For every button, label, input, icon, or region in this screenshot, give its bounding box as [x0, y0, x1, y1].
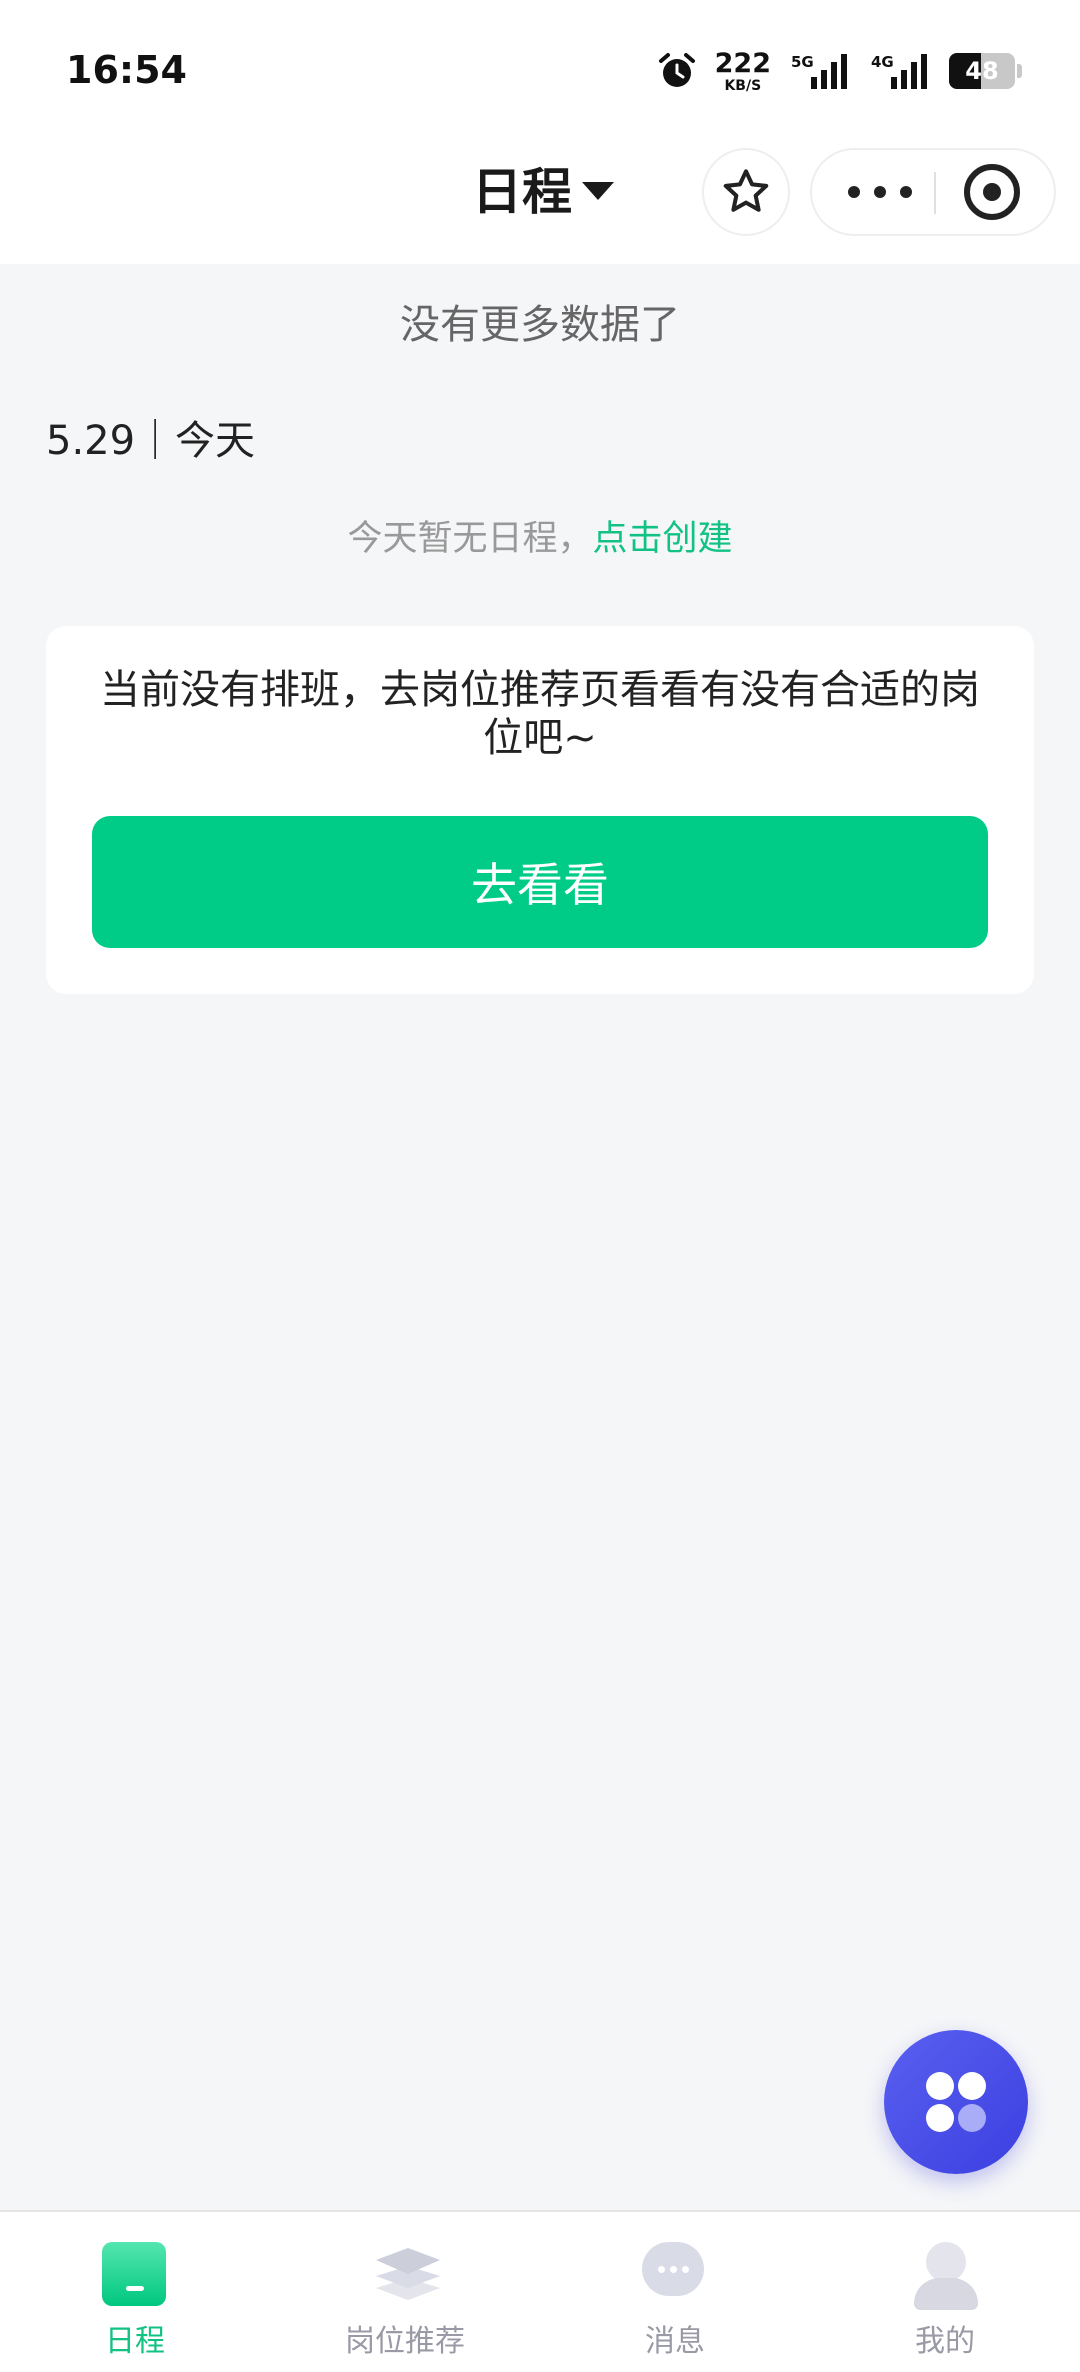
bottom-tab-bar: 日程 岗位推荐 消息 我的	[0, 2210, 1080, 2372]
tab-messages[interactable]: 消息	[540, 2212, 810, 2372]
empty-schedule-message: 今天暂无日程，点击创建	[0, 510, 1080, 561]
tab-label: 日程	[105, 2324, 165, 2359]
status-time: 16:54	[66, 48, 187, 92]
user-icon	[912, 2242, 978, 2310]
close-mini-program-button[interactable]	[964, 164, 1020, 220]
layers-icon	[372, 2242, 440, 2308]
more-dot-icon	[874, 186, 886, 198]
page-title: 日程	[472, 163, 572, 221]
more-button[interactable]	[848, 150, 912, 234]
tab-label: 岗位推荐	[345, 2324, 465, 2359]
network-speed-value: 222	[714, 47, 771, 79]
no-shift-message: 当前没有排班，去岗位推荐页看看有没有合适的岗位吧~	[100, 667, 980, 761]
tab-label: 消息	[645, 2324, 705, 2359]
capsule-divider	[934, 172, 936, 214]
mini-program-capsule	[810, 148, 1056, 236]
signal-4g-icon: 4G	[871, 53, 927, 89]
nav-bar: 日程	[0, 140, 1080, 264]
status-bar: 16:54 222 KB/S 5G 4G 48	[0, 0, 1080, 140]
go-see-button[interactable]: 去看看	[92, 816, 988, 948]
floating-apps-button[interactable]	[884, 2030, 1028, 2174]
fab-dot-icon	[926, 2072, 954, 2100]
battery-level: 48	[965, 57, 999, 85]
battery-tip	[1017, 64, 1022, 78]
page-title-dropdown[interactable]: 日程	[472, 158, 614, 221]
alarm-icon	[658, 53, 695, 87]
battery-icon: 48	[949, 53, 1015, 89]
signal-5g-icon: 5G	[791, 53, 847, 89]
target-icon	[983, 183, 1001, 201]
empty-schedule-text: 今天暂无日程，	[347, 519, 593, 559]
tab-schedule[interactable]: 日程	[0, 2212, 270, 2372]
caret-down-icon	[582, 182, 614, 200]
tab-job-recommend[interactable]: 岗位推荐	[270, 2212, 540, 2372]
app-screen: 16:54 222 KB/S 5G 4G 48 日程 没有更多数据了 5.29｜…	[0, 0, 1080, 2372]
tab-label: 我的	[915, 2324, 975, 2359]
status-indicators: 222 KB/S 5G 4G 48	[657, 46, 1022, 96]
create-schedule-link[interactable]: 点击创建	[593, 519, 733, 559]
more-dot-icon	[848, 186, 860, 198]
fab-dot-icon	[958, 2072, 986, 2100]
fab-dot-icon	[926, 2104, 954, 2132]
no-shift-card: 当前没有排班，去岗位推荐页看看有没有合适的岗位吧~ 去看看	[46, 626, 1034, 994]
favorite-button[interactable]	[702, 148, 790, 236]
network-speed-unit: KB/S	[724, 77, 762, 94]
signal-4g-label: 4G	[871, 53, 894, 71]
calendar-icon	[102, 2242, 168, 2308]
chat-bubble-icon	[642, 2242, 708, 2308]
more-dot-icon	[900, 186, 912, 198]
fab-dot-icon	[958, 2104, 986, 2132]
network-speed: 222 KB/S	[715, 50, 771, 93]
no-more-data-text: 没有更多数据了	[400, 302, 680, 348]
signal-5g-label: 5G	[791, 53, 814, 71]
date-header: 5.29｜今天	[46, 418, 256, 464]
tab-me[interactable]: 我的	[810, 2212, 1080, 2372]
star-icon	[723, 169, 769, 212]
